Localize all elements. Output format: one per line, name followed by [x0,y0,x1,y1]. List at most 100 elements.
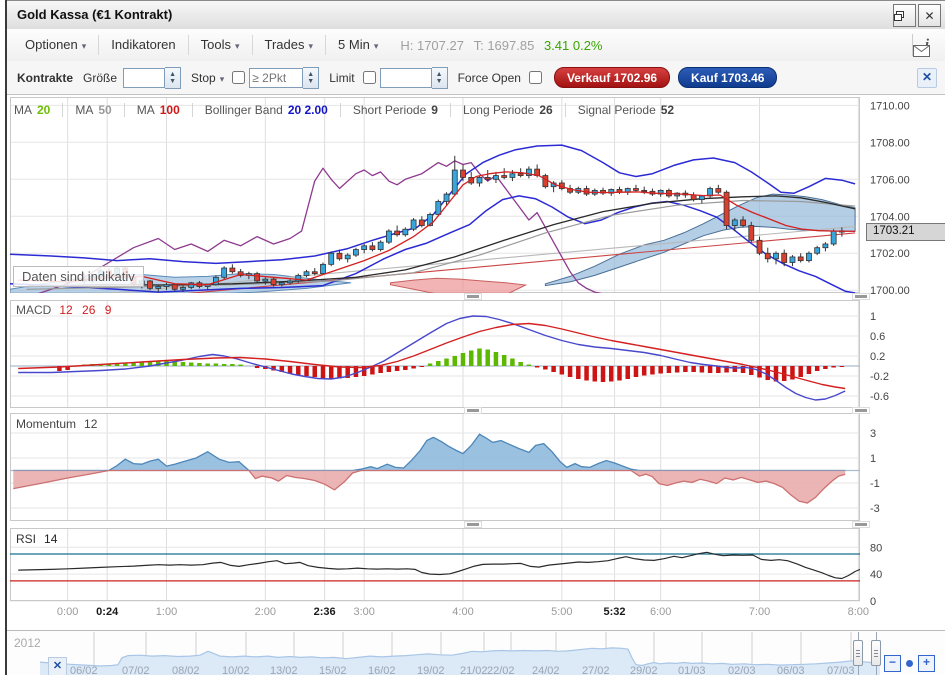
buy-button[interactable]: Kauf 1703.46 [678,67,777,88]
navigator-chart[interactable]: 06/0207/0208/0210/0213/0215/0216/0219/02… [0,632,945,675]
panel-resize-handle[interactable] [464,293,482,300]
session-change: 3.41 0.2% [544,38,603,53]
menu-timeframe[interactable]: 5 Min▾ [325,35,390,55]
force-open-checkbox[interactable] [529,71,542,84]
navigator-right-handle[interactable] [876,632,877,675]
svg-text:1: 1 [870,311,876,323]
indicator-header: MA20 MA50 MA100 Bollinger Band20 2.00 Sh… [14,100,686,120]
sell-button[interactable]: Verkauf 1702.96 [554,67,670,88]
ma100-setting[interactable]: MA100 [124,103,192,117]
svg-text:1706.00: 1706.00 [870,174,910,186]
trading-window: Gold Kassa (€1 Kontrakt) ✕ Optionen▾ Ind… [0,0,945,675]
navigator-date-label: 07/02 [122,665,150,675]
ma50-setting[interactable]: MA50 [62,103,123,117]
navigator-date-label: 22/02 [487,665,515,675]
long-periode-setting[interactable]: Long Periode26 [450,103,565,117]
close-icon[interactable]: ✕ [918,4,941,27]
navigator-date-label: 19/02 [417,665,445,675]
kontrakte-label: Kontrakte [17,71,73,85]
time-axis: 0:000:241:002:002:363:004:005:005:326:00… [0,606,945,624]
panel-resize-handle[interactable] [852,407,870,414]
bollinger-setting[interactable]: Bollinger Band20 2.00 [192,103,340,117]
titlebar[interactable]: Gold Kassa (€1 Kontrakt) ✕ [7,0,945,30]
stop-checkbox[interactable] [232,71,245,84]
chevron-down-icon: ▾ [309,41,314,51]
navigator-date-label: 06/03 [777,665,805,675]
navigator-date-label: 08/02 [172,665,200,675]
short-periode-setting[interactable]: Short Periode9 [340,103,450,117]
panel-resize-handle[interactable] [852,521,870,528]
panel-resize-handle[interactable] [852,293,870,300]
menu-indikatoren[interactable]: Indikatoren [98,35,187,55]
navigator-date-label: 29/02 [630,665,658,675]
svg-text:1708.00: 1708.00 [870,137,910,149]
rsi-panel: 80400 [0,528,945,601]
menubar: Optionen▾ Indikatoren Tools▾ Trades▾ 5 M… [7,29,945,62]
time-axis-label: 5:00 [551,606,572,618]
time-axis-label: 2:00 [255,606,276,618]
svg-text:-0.2: -0.2 [870,371,889,383]
navigator-date-label: 01/03 [678,665,706,675]
session-high: H: 1707.27 [400,38,464,53]
indicative-data-watermark: Daten sind indikativ [13,266,144,287]
zoom-in-button[interactable]: + [918,655,935,672]
window-title: Gold Kassa (€1 Kontrakt) [17,7,172,22]
stop-input[interactable] [249,68,303,88]
chevron-down-icon: ▾ [235,41,240,51]
svg-text:80: 80 [870,542,882,554]
chevron-down-icon: ▾ [220,74,225,84]
chevron-down-icon: ▾ [82,41,87,51]
navigator-date-label: 21/02 [460,665,488,675]
momentum-panel: 3 1 -1 -3 [0,413,945,521]
navigator-date-label: 24/02 [532,665,560,675]
groesse-stepper[interactable]: ▲▼ [165,67,181,89]
time-axis-label: 7:00 [749,606,770,618]
navigator-date-label: 15/02 [319,665,347,675]
svg-text:-3: -3 [870,503,880,515]
stop-label[interactable]: Stop▾ [191,71,224,85]
navigator-left-handle[interactable] [858,632,859,675]
svg-text:0.6: 0.6 [870,331,885,343]
ma20-setting[interactable]: MA20 [14,103,62,117]
limit-stepper[interactable]: ▲▼ [432,67,448,89]
time-axis-label: 6:00 [650,606,671,618]
time-axis-label: 2:36 [314,606,336,618]
navigator-date-label: 13/02 [270,665,298,675]
groesse-input[interactable] [123,68,165,88]
svg-text:-1: -1 [870,478,880,490]
panel-resize-handle[interactable] [464,521,482,528]
zoom-out-button[interactable]: − [884,655,901,672]
time-axis-label: 0:24 [96,606,118,618]
session-low: T: 1697.85 [474,38,535,53]
svg-text:3: 3 [870,428,876,440]
navigator-date-label: 10/02 [222,665,250,675]
limit-input[interactable] [380,68,432,88]
time-axis-label: 1:00 [156,606,177,618]
navigator-date-label: 07/03 [827,665,855,675]
svg-text:1710.00: 1710.00 [870,100,910,112]
menu-trades[interactable]: Trades▾ [252,35,326,55]
last-price-badge: 1703.21 [866,223,945,241]
time-axis-label: 4:00 [452,606,473,618]
navigator-date-label: 27/02 [582,665,610,675]
limit-label: Limit [329,71,354,85]
svg-text:1: 1 [870,453,876,465]
restore-icon[interactable] [893,4,916,27]
menu-optionen[interactable]: Optionen▾ [13,35,98,55]
svg-text:40: 40 [870,569,882,581]
time-axis-label: 3:00 [353,606,374,618]
menu-tools[interactable]: Tools▾ [188,35,252,55]
panel-resize-handle[interactable] [464,407,482,414]
navigator-year: 2012 [14,636,41,650]
time-axis-label: 5:32 [604,606,626,618]
navigator-date-label: 06/02 [70,665,98,675]
signal-periode-setting[interactable]: Signal Periode52 [565,103,686,117]
svg-text:-0.6: -0.6 [870,391,889,403]
zoom-dot-icon [906,660,913,667]
navigator-close-icon[interactable]: ✕ [48,657,67,675]
stop-stepper[interactable]: ▲▼ [303,67,319,89]
groesse-label: Größe [83,71,117,85]
navigator-date-label: 02/03 [728,665,756,675]
limit-checkbox[interactable] [363,71,376,84]
close-orderbar-icon[interactable]: ✕ [917,68,937,88]
